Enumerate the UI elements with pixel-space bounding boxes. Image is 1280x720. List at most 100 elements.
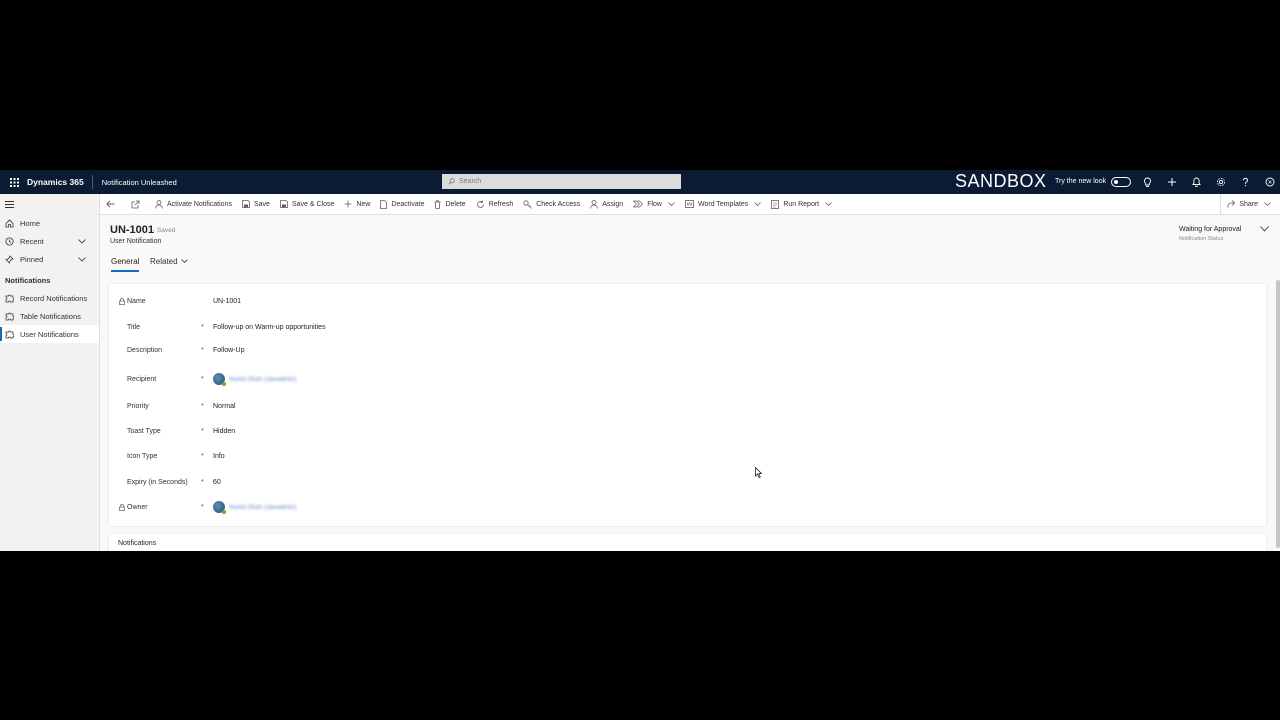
field-value[interactable]: Info [213, 453, 225, 460]
lookup-link[interactable]: Romil Shah (sbxadmin) [229, 376, 297, 383]
gear-icon[interactable] [1215, 176, 1227, 188]
assistant-icon[interactable] [1264, 176, 1276, 188]
required-marker: * [201, 402, 204, 410]
field-expiry: Expiry (in Seconds) * 60 [109, 475, 809, 489]
field-label-text: Name [127, 297, 146, 305]
new-look-toggle[interactable] [1111, 177, 1131, 187]
lookup-link[interactable]: Romil Shah (sbxadmin) [229, 504, 297, 511]
pin-icon [5, 254, 14, 264]
save-close-icon [280, 200, 288, 208]
header-expand-chevron-icon[interactable] [1260, 226, 1269, 232]
tab-related[interactable]: Related [150, 257, 188, 273]
app-launcher-icon[interactable] [4, 170, 24, 194]
field-owner: Owner * Romil Shah (sbxadmin) [109, 500, 809, 514]
report-icon [771, 199, 780, 209]
activate-label: Activate Notifications [167, 200, 232, 208]
field-value[interactable]: Romil Shah (sbxadmin) [213, 373, 297, 386]
flow-button[interactable]: Flow [628, 194, 680, 215]
field-icon-type: Icon Type * Info [109, 449, 809, 463]
brand-name[interactable]: Dynamics 365 [27, 175, 93, 189]
field-value[interactable]: Follow-up on Warm-up opportunities [213, 324, 326, 331]
field-value[interactable]: Normal [213, 403, 236, 410]
field-value[interactable]: Follow-Up [213, 347, 245, 354]
lock-icon [119, 503, 125, 511]
field-value[interactable]: Romil Shah (sbxadmin) [213, 501, 297, 514]
required-marker: * [201, 452, 204, 460]
help-icon[interactable] [1239, 176, 1251, 188]
tab-general-label: General [111, 257, 140, 266]
run-report-button[interactable]: Run Report [766, 194, 837, 215]
field-label-text: Owner [127, 503, 148, 511]
word-templates-label: Word Templates [697, 200, 749, 208]
tab-general[interactable]: General [111, 257, 140, 273]
chevron-down-icon [180, 259, 188, 263]
share-label: Share [1239, 200, 1258, 208]
scrollbar[interactable] [1276, 280, 1280, 548]
bell-icon[interactable] [1190, 176, 1202, 188]
new-look-label: Try the new look [1055, 178, 1107, 185]
assign-button[interactable]: Assign [585, 194, 628, 215]
save-button[interactable]: Save [237, 194, 275, 215]
puzzle-icon [5, 330, 14, 338]
refresh-button[interactable]: Refresh [471, 194, 519, 215]
field-value[interactable]: Hidden [213, 428, 235, 435]
nav-collapse-button[interactable] [0, 194, 99, 214]
field-label: Icon Type [127, 452, 158, 460]
plus-icon[interactable] [1166, 176, 1178, 188]
nav-item-label: Record Notifications [20, 293, 88, 303]
share-button[interactable]: Share [1220, 193, 1276, 215]
field-label: Toast Type [127, 427, 161, 435]
person-icon [155, 199, 163, 209]
nav-home[interactable]: Home [0, 214, 99, 232]
field-recipient: Recipient * Romil Shah (sbxadmin) [109, 372, 809, 386]
search-input[interactable]: Search [442, 174, 681, 189]
new-button[interactable]: New [339, 194, 375, 215]
required-marker: * [201, 478, 204, 486]
chevron-down-icon [754, 202, 762, 206]
nav-pinned[interactable]: Pinned [0, 250, 99, 268]
required-marker: * [201, 346, 204, 354]
chevron-down-icon [668, 202, 675, 206]
nav-user-notifications[interactable]: User Notifications [0, 325, 99, 343]
check-access-button[interactable]: Check Access [518, 194, 585, 215]
nav-group-title: Notifications [5, 275, 51, 285]
lightbulb-icon[interactable] [1141, 176, 1153, 188]
notifications-section: Notifications [109, 534, 1266, 551]
field-value[interactable]: 60 [213, 479, 221, 486]
back-button[interactable] [100, 194, 125, 215]
popout-icon [131, 200, 140, 208]
nav-item-label: Table Notifications [20, 311, 81, 321]
field-label: Title [127, 323, 140, 331]
required-marker: * [201, 375, 204, 383]
field-label: Priority [127, 402, 149, 410]
save-status: - Saved [153, 227, 176, 234]
nav-record-notifications[interactable]: Record Notifications [0, 289, 99, 307]
required-marker: * [201, 503, 204, 511]
save-label: Save [253, 200, 270, 208]
app-name[interactable]: Notification Unleashed [102, 178, 177, 187]
nav-table-notifications[interactable]: Table Notifications [0, 307, 99, 325]
chevron-down-icon [78, 256, 86, 262]
home-icon [5, 218, 14, 227]
required-marker: * [201, 323, 204, 331]
delete-button[interactable]: Delete [429, 194, 470, 215]
field-label: Recipient [127, 375, 157, 383]
environment-label: SANDBOX [955, 171, 1047, 191]
assign-label: Assign [602, 200, 624, 208]
refresh-label: Refresh [488, 200, 514, 208]
save-close-button[interactable]: Save & Close [275, 194, 339, 215]
field-value[interactable]: UN-1001 [213, 298, 241, 305]
open-new-window-button[interactable] [125, 194, 150, 215]
word-templates-button[interactable]: Word Templates [680, 194, 766, 215]
activate-notifications-button[interactable]: Activate Notifications [150, 194, 237, 215]
chevron-down-icon [825, 202, 832, 206]
hamburger-icon [5, 200, 14, 208]
deactivate-button[interactable]: Deactivate [375, 194, 429, 215]
check-access-label: Check Access [536, 200, 581, 208]
general-section: Name UN-1001 Title * Follow-up on Warm-u… [109, 284, 1266, 526]
notification-status-value: Waiting for Approval [1179, 226, 1242, 233]
nav-pinned-label: Pinned [20, 254, 44, 264]
notification-status-label: Notification Status [1179, 236, 1224, 242]
nav-recent[interactable]: Recent [0, 232, 99, 250]
chevron-down-icon [1264, 202, 1271, 206]
